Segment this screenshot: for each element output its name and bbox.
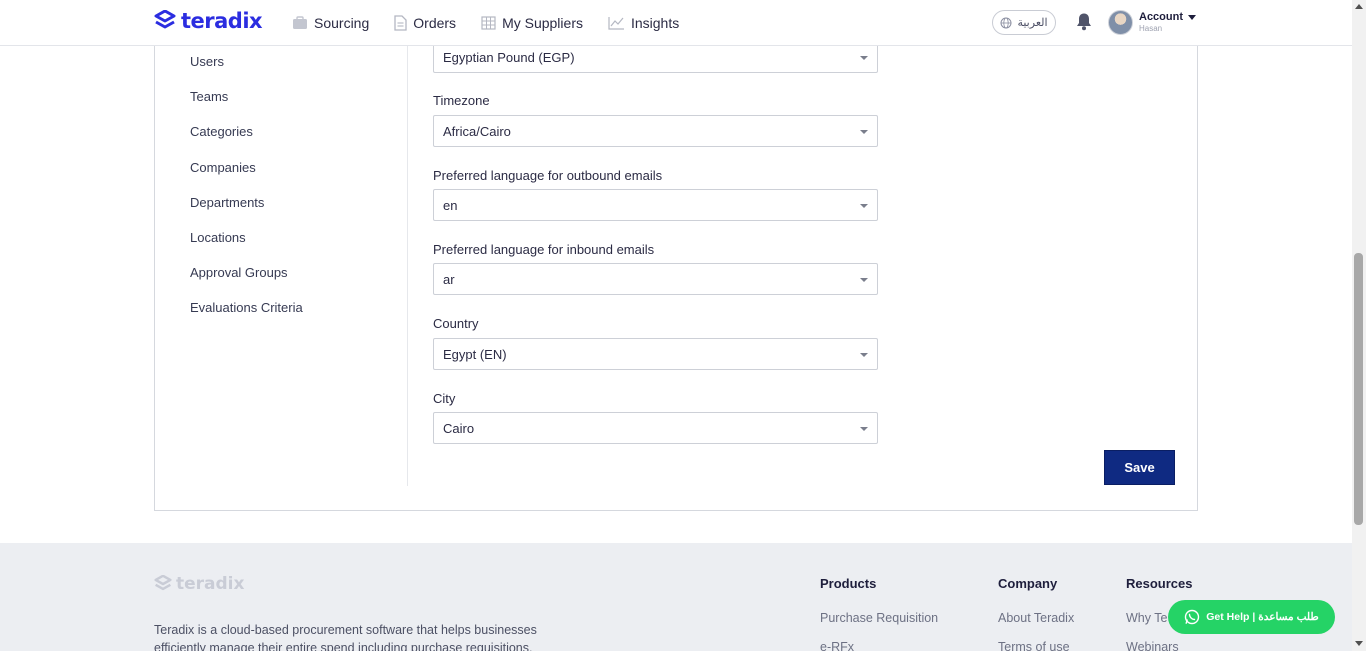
scroll-up-icon[interactable] xyxy=(1355,4,1363,9)
timezone-select[interactable]: Africa/Cairo xyxy=(433,115,878,147)
sidebar-item-approval-groups[interactable]: Approval Groups xyxy=(190,265,288,280)
nav-my-suppliers[interactable]: My Suppliers xyxy=(481,15,583,31)
footer-logo[interactable]: teradix xyxy=(154,574,244,594)
document-icon xyxy=(394,14,407,31)
footer-link-erfx[interactable]: e-RFx xyxy=(820,640,854,651)
country-value: Egypt (EN) xyxy=(443,346,507,362)
city-select[interactable]: Cairo xyxy=(433,412,878,444)
get-help-label: Get Help | طلب مساعدة xyxy=(1206,611,1319,623)
account-label: Account xyxy=(1139,11,1183,23)
footer-company-heading: Company xyxy=(998,576,1058,591)
sidebar-item-categories[interactable]: Categories xyxy=(190,124,253,139)
footer-link-why-teradix[interactable]: Why Te xyxy=(1126,611,1167,625)
sidebar-item-evaluations-criteria[interactable]: Evaluations Criteria xyxy=(190,300,303,315)
nav-orders[interactable]: Orders xyxy=(394,15,456,31)
chevron-down-icon xyxy=(860,353,868,357)
nav-sourcing-label: Sourcing xyxy=(314,14,370,31)
nav-my-suppliers-label: My Suppliers xyxy=(502,14,583,31)
sidebar-item-locations[interactable]: Locations xyxy=(190,230,246,245)
top-header: teradix Sourcing Orders My Suppliers Ins… xyxy=(0,0,1352,46)
city-label: City xyxy=(433,391,456,406)
footer-products-heading: Products xyxy=(820,576,877,591)
footer-link-about[interactable]: About Teradix xyxy=(998,611,1074,625)
briefcase-icon xyxy=(293,15,307,29)
avatar[interactable] xyxy=(1108,10,1133,35)
settings-sidebar: Users Teams Categories Companies Departm… xyxy=(155,31,408,486)
country-select[interactable]: Egypt (EN) xyxy=(433,338,878,370)
outbound-language-value: en xyxy=(443,197,458,213)
footer-link-terms[interactable]: Terms of use xyxy=(998,640,1070,651)
nav-insights-label: Insights xyxy=(630,14,680,31)
nav-insights[interactable]: Insights xyxy=(608,15,679,31)
notifications-button[interactable] xyxy=(1075,12,1093,36)
nav-sourcing[interactable]: Sourcing xyxy=(292,15,369,31)
scrollbar-thumb[interactable] xyxy=(1354,253,1363,525)
outbound-language-label: Preferred language for outbound emails xyxy=(433,168,663,183)
footer-description: Teradix is a cloud-based procurement sof… xyxy=(154,623,537,651)
teradix-logo[interactable]: teradix xyxy=(154,9,263,33)
nav-orders-label: Orders xyxy=(413,14,457,31)
chevron-down-icon xyxy=(860,278,868,282)
outbound-language-select[interactable]: en xyxy=(433,189,878,221)
language-toggle-label: العربية xyxy=(1017,17,1048,29)
country-label: Country xyxy=(433,316,479,331)
chevron-down-icon xyxy=(860,427,868,431)
globe-icon xyxy=(1000,17,1012,28)
footer-logo-text: teradix xyxy=(176,574,245,594)
footer: teradix Teradix is a cloud-based procure… xyxy=(0,543,1352,651)
sidebar-item-users[interactable]: Users xyxy=(190,54,224,69)
teradix-logo-icon xyxy=(154,575,172,591)
inbound-language-value: ar xyxy=(443,271,455,287)
chevron-down-icon xyxy=(860,56,868,60)
inbound-language-label: Preferred language for inbound emails xyxy=(433,242,655,257)
bell-icon xyxy=(1077,13,1091,31)
account-username: Hasan xyxy=(1139,24,1163,33)
account-menu[interactable]: Account Hasan xyxy=(1139,11,1196,33)
sidebar-item-companies[interactable]: Companies xyxy=(190,160,256,175)
caret-down-icon xyxy=(1188,14,1196,20)
inbound-language-select[interactable]: ar xyxy=(433,263,878,295)
sidebar-item-departments[interactable]: Departments xyxy=(190,195,264,210)
page-scrollbar[interactable] xyxy=(1352,0,1366,651)
save-button[interactable]: Save xyxy=(1104,450,1175,485)
scroll-down-icon[interactable] xyxy=(1355,641,1363,646)
chart-icon xyxy=(608,16,624,30)
footer-link-purchase-requisition[interactable]: Purchase Requisition xyxy=(820,611,938,625)
whatsapp-icon xyxy=(1185,609,1200,625)
building-icon xyxy=(481,15,496,30)
teradix-logo-icon xyxy=(154,10,176,29)
city-value: Cairo xyxy=(443,420,475,436)
account-label-row: Account xyxy=(1139,11,1196,23)
footer-resources-heading: Resources xyxy=(1126,576,1193,591)
chevron-down-icon xyxy=(860,204,868,208)
timezone-value: Africa/Cairo xyxy=(443,123,511,139)
timezone-label: Timezone xyxy=(433,93,490,108)
chevron-down-icon xyxy=(860,130,868,134)
currency-value: Egyptian Pound (EGP) xyxy=(443,49,575,65)
footer-link-webinars[interactable]: Webinars xyxy=(1126,640,1179,651)
settings-card: Users Teams Categories Companies Departm… xyxy=(154,30,1198,511)
main-nav: Sourcing Orders My Suppliers Insights xyxy=(292,0,704,45)
get-help-button[interactable]: Get Help | طلب مساعدة xyxy=(1168,600,1335,634)
sidebar-item-teams[interactable]: Teams xyxy=(190,89,228,104)
logo-text: teradix xyxy=(181,9,263,33)
language-toggle[interactable]: العربية xyxy=(992,10,1056,35)
